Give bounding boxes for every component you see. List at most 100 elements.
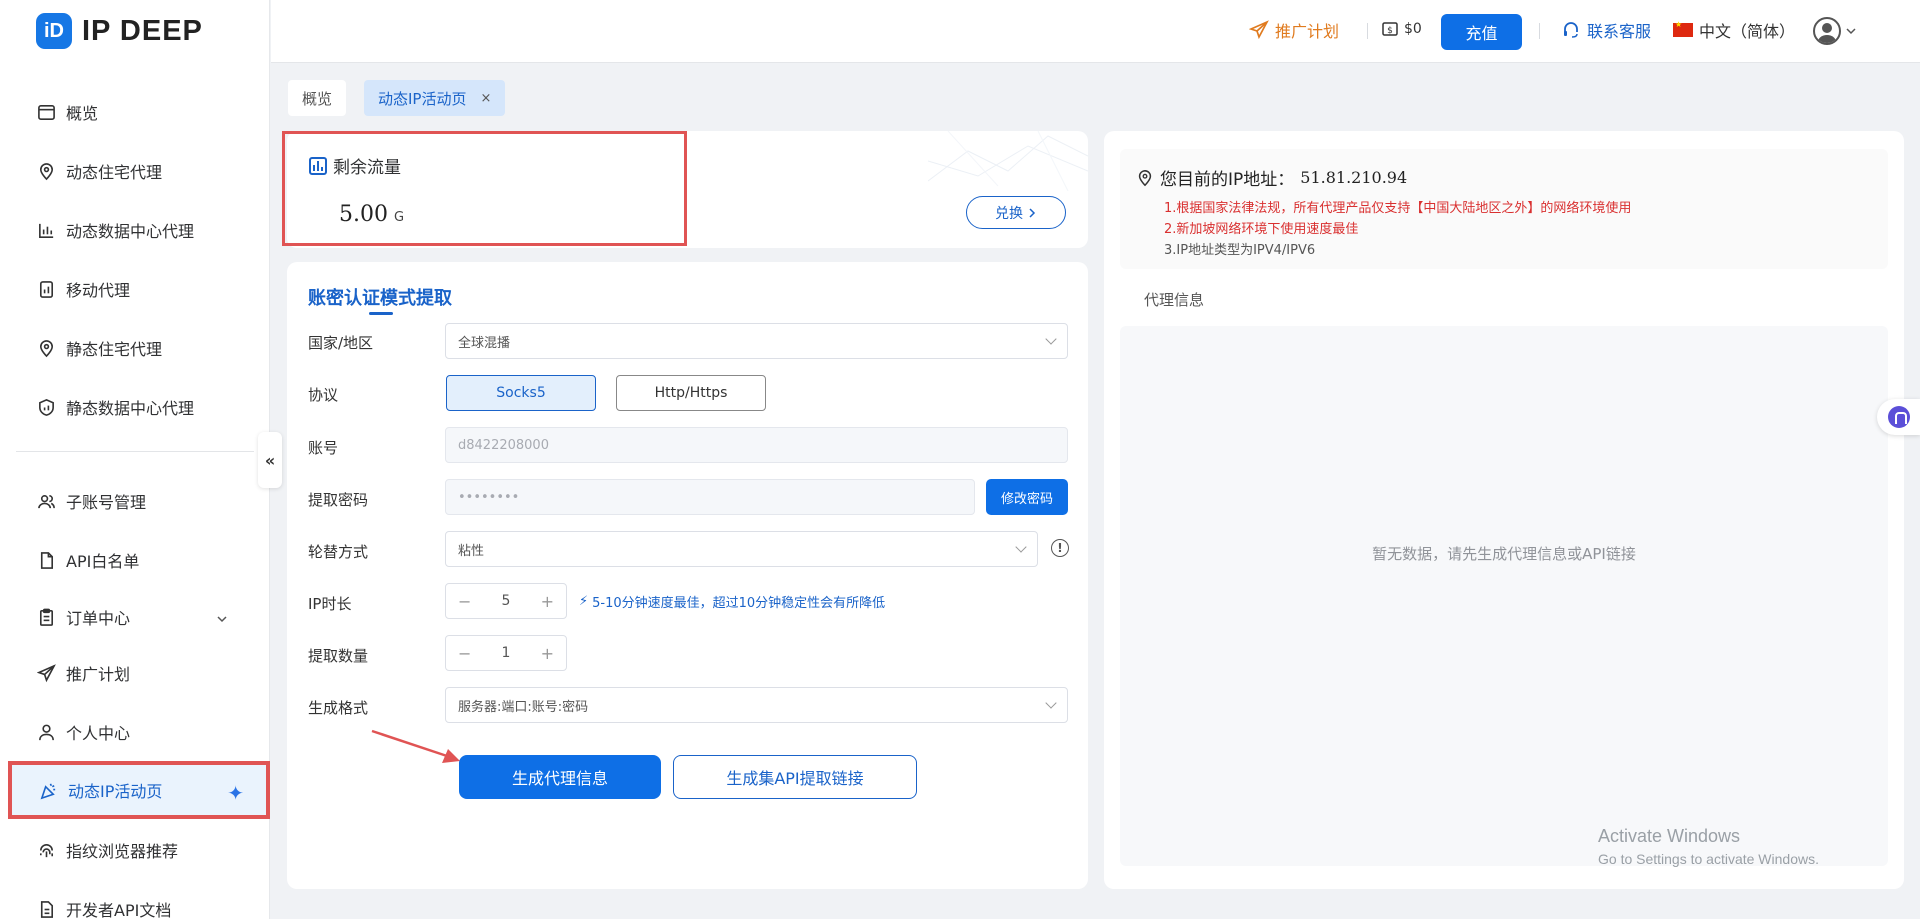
contact-support-link[interactable]: 联系客服 bbox=[1561, 18, 1651, 42]
password-label: 提取密码 bbox=[308, 491, 369, 509]
tab-overview[interactable]: 概览 bbox=[288, 80, 347, 116]
form-title-underline bbox=[369, 312, 393, 315]
duration-stepper[interactable]: − 5 + bbox=[445, 583, 567, 619]
chevron-down-icon[interactable] bbox=[216, 610, 228, 629]
chevron-down-icon bbox=[1045, 697, 1057, 709]
chevron-down-icon bbox=[1015, 541, 1027, 553]
annotation-arrow bbox=[371, 729, 460, 763]
bar-chart-icon bbox=[36, 220, 56, 240]
top-header: 推广计划 $ $0 充值 联系客服 中文（简体） bbox=[271, 0, 1920, 63]
sidebar-item-api-whitelist[interactable]: API白名单 bbox=[10, 536, 260, 584]
protocol-socks5-button[interactable]: Socks5 bbox=[446, 375, 596, 411]
floating-assistant-button[interactable] bbox=[1877, 399, 1920, 435]
sidebar-item-static-datacenter[interactable]: 静态数据中心代理 bbox=[10, 383, 260, 431]
plus-icon[interactable]: + bbox=[541, 592, 554, 611]
sidebar: iD IP DEEP 概览 动态住宅代理 动态数据中心代理 移动代理 静态住宅代… bbox=[0, 0, 270, 919]
minus-icon[interactable]: − bbox=[458, 644, 471, 663]
exchange-button[interactable]: 兑换 bbox=[966, 196, 1066, 229]
proxy-info-label: 代理信息 bbox=[1144, 291, 1205, 309]
form-title: 账密认证模式提取 bbox=[308, 288, 452, 309]
sidebar-item-dynamic-ip-event[interactable]: 动态IP活动页 ✦ bbox=[8, 761, 270, 819]
quantity-label: 提取数量 bbox=[308, 647, 369, 665]
ip-title: 您目前的IP地址： bbox=[1160, 170, 1295, 190]
fingerprint-icon bbox=[36, 840, 56, 860]
recharge-button[interactable]: 充值 bbox=[1441, 14, 1522, 50]
format-select[interactable]: 服务器:端口:账号:密码 bbox=[445, 687, 1068, 723]
watermark-line-1: Activate Windows bbox=[1598, 826, 1741, 846]
location-pin-icon bbox=[36, 161, 56, 181]
wallet-icon: $ bbox=[1382, 22, 1398, 36]
change-password-button[interactable]: 修改密码 bbox=[986, 479, 1068, 515]
avatar-icon bbox=[1813, 17, 1841, 45]
duration-value: 5 bbox=[501, 593, 511, 609]
tab-dynamic-ip-event[interactable]: 动态IP活动页 × bbox=[364, 80, 506, 116]
sidebar-item-developer-api-docs[interactable]: 开发者API文档 bbox=[10, 885, 260, 919]
send-icon bbox=[36, 663, 56, 683]
account-input[interactable]: d8422208000 bbox=[445, 427, 1068, 463]
sidebar-item-label: 概览 bbox=[66, 104, 99, 123]
sidebar-item-static-residential[interactable]: 静态住宅代理 bbox=[10, 324, 260, 372]
location-pin-icon bbox=[36, 338, 56, 358]
language-selector[interactable]: 中文（简体） bbox=[1673, 18, 1795, 42]
header-separator bbox=[1539, 23, 1540, 39]
ip-address: 51.81.210.94 bbox=[1300, 168, 1408, 187]
sidebar-item-promotion[interactable]: 推广计划 bbox=[10, 649, 260, 697]
brand-logo[interactable]: iD IP DEEP bbox=[36, 13, 203, 49]
generate-api-link-button[interactable]: 生成集API提取链接 bbox=[673, 755, 917, 799]
clipboard-icon bbox=[36, 607, 56, 627]
password-value: •••••••• bbox=[458, 489, 520, 505]
lightning-icon: ⚡ bbox=[579, 594, 589, 609]
duration-hint: ⚡ 5-10分钟速度最佳，超过10分钟稳定性会有所降低 bbox=[579, 592, 885, 611]
sidebar-collapse-button[interactable]: « bbox=[258, 432, 282, 488]
logo-mark-icon: iD bbox=[36, 13, 72, 49]
notice-line-3: 3.IP地址类型为IPV4/IPV6 bbox=[1164, 243, 1316, 258]
chevron-down-icon bbox=[1846, 28, 1856, 35]
china-flag-icon bbox=[1673, 20, 1693, 37]
close-icon[interactable]: × bbox=[480, 91, 491, 106]
window-icon bbox=[36, 102, 56, 122]
header-promotion-label: 推广计划 bbox=[1275, 22, 1340, 41]
watermark-line-2: Go to Settings to activate Windows. bbox=[1598, 851, 1819, 867]
header-separator bbox=[1367, 23, 1368, 39]
sparkle-icon: ✦ bbox=[227, 781, 244, 805]
sidebar-item-sub-accounts[interactable]: 子账号管理 bbox=[10, 477, 260, 525]
credential-extraction-form: 账密认证模式提取 国家/地区 全球混播 协议 Socks5 Http/Https… bbox=[287, 262, 1088, 889]
header-promotion-link[interactable]: 推广计划 bbox=[1249, 18, 1339, 42]
plus-icon[interactable]: + bbox=[541, 644, 554, 663]
password-input[interactable]: •••••••• bbox=[445, 479, 975, 515]
sidebar-item-label: 静态住宅代理 bbox=[66, 340, 163, 359]
rotation-label: 轮替方式 bbox=[308, 543, 369, 561]
party-icon bbox=[38, 780, 58, 800]
sidebar-item-label: API白名单 bbox=[66, 552, 140, 571]
balance-value: $0 bbox=[1404, 21, 1422, 37]
send-icon bbox=[1249, 20, 1269, 40]
sidebar-item-dynamic-datacenter[interactable]: 动态数据中心代理 bbox=[10, 206, 260, 254]
protocol-http-button[interactable]: Http/Https bbox=[616, 375, 766, 411]
highlight-box bbox=[282, 131, 687, 246]
sidebar-item-overview[interactable]: 概览 bbox=[10, 88, 260, 136]
tab-label: 动态IP活动页 bbox=[378, 89, 467, 108]
language-label: 中文（简体） bbox=[1699, 22, 1796, 41]
country-select[interactable]: 全球混播 bbox=[445, 323, 1068, 359]
tab-label: 概览 bbox=[302, 89, 333, 108]
sidebar-divider bbox=[16, 451, 254, 452]
sidebar-item-fingerprint-browser[interactable]: 指纹浏览器推荐 bbox=[10, 826, 260, 874]
format-value: 服务器:端口:账号:密码 bbox=[458, 699, 589, 715]
info-icon[interactable]: ! bbox=[1051, 539, 1069, 557]
sidebar-item-profile[interactable]: 个人中心 bbox=[10, 708, 260, 756]
sidebar-item-dynamic-residential[interactable]: 动态住宅代理 bbox=[10, 147, 260, 195]
sidebar-item-mobile[interactable]: 移动代理 bbox=[10, 265, 260, 313]
ip-info-panel: 您目前的IP地址： 51.81.210.94 1.根据国家法律法规，所有代理产品… bbox=[1104, 131, 1904, 889]
sidebar-item-orders[interactable]: 订单中心 bbox=[10, 593, 260, 641]
user-avatar-menu[interactable] bbox=[1813, 17, 1857, 45]
quantity-stepper[interactable]: − 1 + bbox=[445, 635, 567, 671]
duration-label: IP时长 bbox=[308, 595, 352, 613]
minus-icon[interactable]: − bbox=[458, 592, 471, 611]
windows-activation-watermark: Activate Windows Go to Settings to activ… bbox=[1598, 826, 1819, 867]
rotation-select[interactable]: 粘性 bbox=[445, 531, 1038, 567]
svg-text:$: $ bbox=[1387, 26, 1393, 36]
headset-icon bbox=[1564, 22, 1578, 38]
contact-support-label: 联系客服 bbox=[1587, 22, 1652, 41]
generate-proxy-button[interactable]: 生成代理信息 bbox=[459, 755, 661, 799]
header-balance: $ $0 bbox=[1381, 20, 1422, 38]
